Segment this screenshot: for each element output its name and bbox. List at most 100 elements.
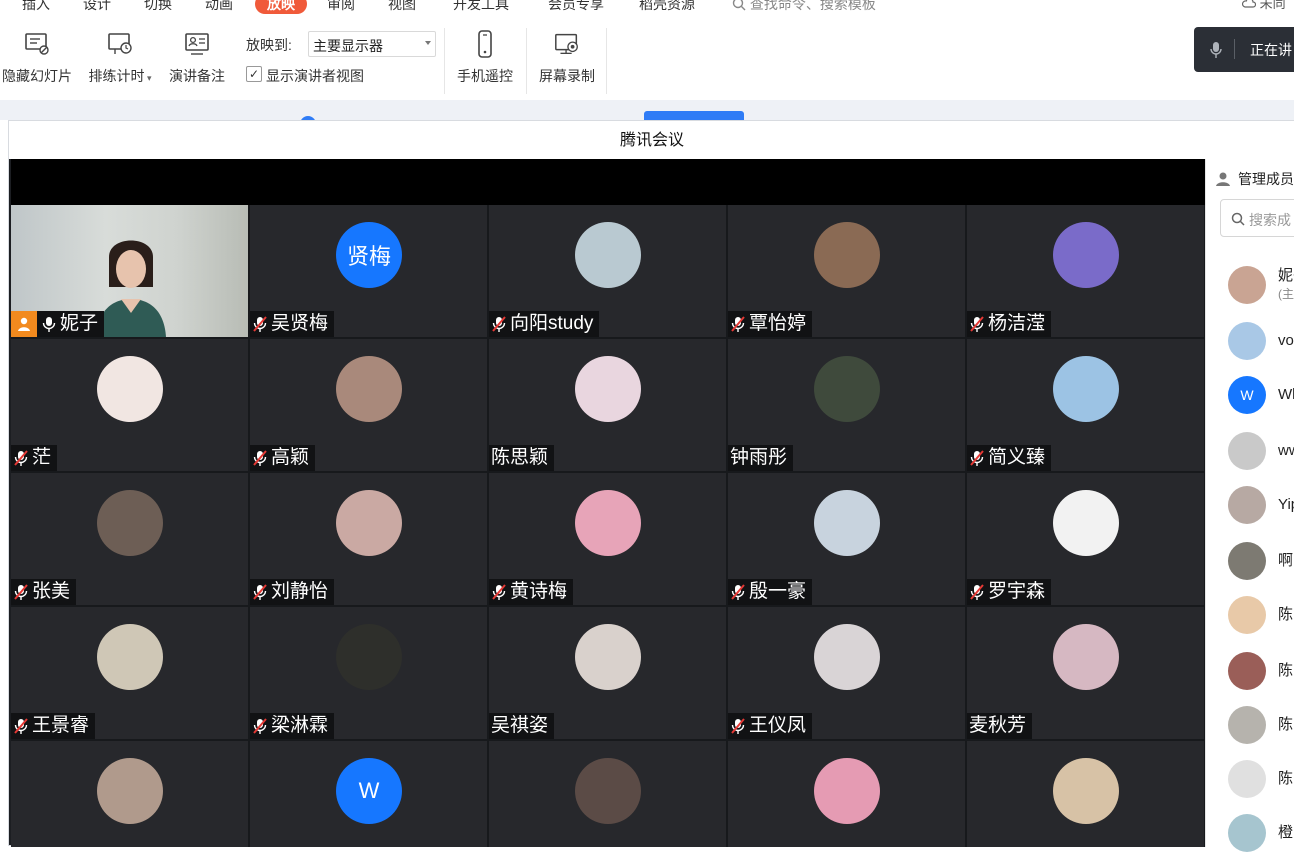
- tab-9[interactable]: 稻壳资源: [639, 0, 695, 14]
- participant-tile[interactable]: [489, 741, 726, 847]
- participant-tile[interactable]: 罗宇森: [967, 473, 1204, 605]
- participant-tile[interactable]: 梁淋霖: [250, 607, 487, 739]
- participant-avatar: [575, 758, 641, 824]
- sync-status[interactable]: 未同: [1241, 0, 1286, 14]
- member-list-item[interactable]: ww: [1228, 431, 1294, 471]
- participant-name-tag: 张美: [11, 579, 77, 605]
- participant-tile[interactable]: 钟雨彤: [728, 339, 965, 471]
- tab-2[interactable]: 切换: [144, 0, 172, 14]
- participant-tile[interactable]: 吴祺姿: [489, 607, 726, 739]
- command-search-text: 查找命令、搜索模板: [749, 0, 876, 12]
- toolbar-divider: [606, 28, 607, 94]
- participant-tile[interactable]: W: [250, 741, 487, 847]
- screen-record-icon: [555, 33, 578, 54]
- member-list-item[interactable]: vo: [1228, 321, 1294, 361]
- microphone-icon: [1210, 42, 1222, 58]
- tab-3[interactable]: 动画: [205, 0, 233, 14]
- member-name: vo: [1278, 332, 1294, 349]
- member-list-item[interactable]: 陈: [1228, 651, 1294, 691]
- meeting-title[interactable]: 腾讯会议: [9, 121, 1294, 159]
- phone-remote-button[interactable]: 手机遥控: [452, 30, 518, 86]
- participant-tile[interactable]: 杨洁滢: [967, 205, 1204, 337]
- project-to-select[interactable]: 主要显示器: [308, 31, 436, 57]
- member-list-item[interactable]: 橙: [1228, 813, 1294, 853]
- participant-tile[interactable]: 高颖: [250, 339, 487, 471]
- participant-tile[interactable]: 简义臻: [967, 339, 1204, 471]
- mic-muted-icon: [13, 717, 29, 735]
- members-panel-header[interactable]: 管理成员: [1214, 169, 1294, 189]
- search-icon: [732, 0, 746, 11]
- participant-tile[interactable]: 贤梅 吴贤梅: [250, 205, 487, 337]
- mic-muted-icon: [730, 315, 746, 333]
- presenter-view-checkbox[interactable]: ✓: [246, 66, 262, 82]
- command-search[interactable]: 查找命令、搜索模板: [732, 0, 876, 14]
- member-list-item[interactable]: W Wl: [1228, 375, 1294, 415]
- participant-avatar: [97, 356, 163, 422]
- participant-tile[interactable]: 刘静怡: [250, 473, 487, 605]
- speaker-notes-button[interactable]: 演讲备注: [164, 30, 230, 86]
- participant-name-tag: 殷一豪: [728, 579, 813, 605]
- tab-5[interactable]: 审阅: [327, 0, 355, 14]
- participant-tile[interactable]: 殷一豪: [728, 473, 965, 605]
- rehearse-timing-button[interactable]: 排练计时 ▾: [84, 30, 156, 86]
- participant-tile[interactable]: 麦秋芳: [967, 607, 1204, 739]
- participant-tile[interactable]: [728, 741, 965, 847]
- participant-tile[interactable]: 王景睿: [11, 607, 248, 739]
- mic-muted-icon: [969, 583, 985, 601]
- speaking-indicator[interactable]: 正在讲: [1194, 27, 1294, 72]
- participant-avatar: [575, 624, 641, 690]
- participant-avatar: [814, 356, 880, 422]
- tab-4[interactable]: 放映: [255, 0, 307, 14]
- participant-name: 简义臻: [988, 447, 1046, 468]
- participant-tile[interactable]: 向阳study: [489, 205, 726, 337]
- participant-tile[interactable]: [967, 741, 1204, 847]
- participant-name: 陈思颖: [491, 447, 549, 468]
- participant-tile[interactable]: 茫: [11, 339, 248, 471]
- participant-name: 妮子: [60, 313, 99, 334]
- participant-avatar: [1053, 758, 1119, 824]
- member-name: 啊: [1278, 552, 1294, 569]
- hide-slide-button[interactable]: 隐藏幻灯片: [0, 30, 74, 86]
- participant-tile[interactable]: 黄诗梅: [489, 473, 726, 605]
- member-list-item[interactable]: 妮子 (主: [1228, 265, 1294, 305]
- participant-name: 吴祺姿: [491, 715, 549, 736]
- tab-7[interactable]: 开发工具: [453, 0, 509, 14]
- participant-name: 刘静怡: [271, 581, 329, 602]
- member-list-item[interactable]: 陈: [1228, 595, 1294, 635]
- participant-name: 麦秋芳: [969, 715, 1027, 736]
- participant-tile[interactable]: 王仪凤: [728, 607, 965, 739]
- participant-name-tag: 王仪凤: [728, 713, 813, 739]
- mic-muted-icon: [252, 315, 268, 333]
- tab-8[interactable]: 会员专享: [548, 0, 604, 14]
- tab-6[interactable]: 视图: [388, 0, 416, 14]
- speaker-notes-icon: [185, 33, 209, 55]
- participant-tile[interactable]: [11, 741, 248, 847]
- member-list-item[interactable]: Yip: [1228, 485, 1294, 525]
- member-list-item[interactable]: 陈: [1228, 705, 1294, 745]
- participant-tile[interactable]: 张美: [11, 473, 248, 605]
- member-search-input[interactable]: 搜索成: [1220, 199, 1294, 237]
- participant-avatar: W: [336, 758, 402, 824]
- participant-tile[interactable]: 妮子: [11, 205, 248, 337]
- phone-remote-label: 手机遥控: [457, 68, 513, 84]
- tab-0[interactable]: 插入: [22, 0, 50, 14]
- member-info: 妮子 (主: [1278, 267, 1294, 303]
- participant-name-tag: 罗宇森: [967, 579, 1052, 605]
- hide-slide-label: 隐藏幻灯片: [2, 68, 72, 84]
- search-icon: [1231, 212, 1245, 226]
- participant-name-tag: 高颖: [250, 445, 316, 471]
- microphone-icon: [41, 315, 57, 333]
- screen-record-button[interactable]: 屏幕录制: [534, 30, 600, 86]
- participant-avatar: [97, 624, 163, 690]
- participant-tile[interactable]: 陈思颖: [489, 339, 726, 471]
- member-name: 陈: [1278, 606, 1294, 623]
- participant-avatar: [814, 490, 880, 556]
- host-icon: [11, 311, 37, 337]
- participant-name: 茫: [32, 447, 52, 468]
- tab-1[interactable]: 设计: [83, 0, 111, 14]
- participant-tile[interactable]: 覃怡婷: [728, 205, 965, 337]
- check-icon: ✓: [248, 67, 260, 81]
- member-list-item[interactable]: 陈: [1228, 759, 1294, 799]
- member-list-item[interactable]: 啊: [1228, 541, 1294, 581]
- ribbon-toolbar: 插入 设计 切换 动画 放映 审阅 视图 开发工具 会员专享 稻壳资源 查找命令、搜索模板 未同 …: [0, 0, 1294, 100]
